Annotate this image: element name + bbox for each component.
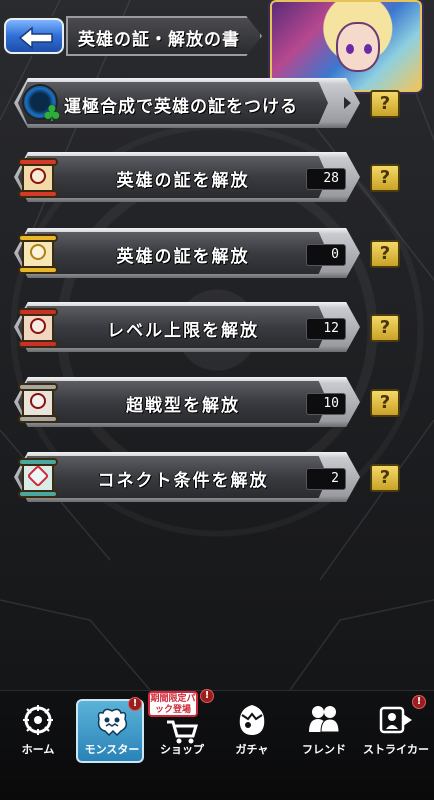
teal-scroll-icon <box>16 456 60 500</box>
nav-label: モンスター <box>84 743 140 756</box>
item-count: 10 <box>306 393 346 415</box>
menu-row-super-battle: 超戦型を解放 10 ? <box>0 377 434 429</box>
striker-card-icon <box>376 703 416 737</box>
scroll-roll <box>18 383 58 391</box>
nav-gacha[interactable]: ガチャ <box>218 699 286 763</box>
notification-badge: ! <box>412 695 426 709</box>
menu-row-connect: コネクト条件を解放 2 ? <box>0 452 434 504</box>
help-button[interactable]: ? <box>370 464 400 492</box>
scroll-roll <box>18 266 58 274</box>
menu-row-luck-fusion: ♣ 運極合成で英雄の証をつける ? <box>0 78 434 130</box>
scroll-roll <box>18 158 58 166</box>
character-face <box>336 22 380 72</box>
eye <box>346 44 354 54</box>
friend-icon <box>304 703 344 737</box>
help-button[interactable]: ? <box>370 389 400 417</box>
help-button[interactable]: ? <box>370 90 400 118</box>
nav-label: ガチャ <box>235 743 269 756</box>
page-title: 英雄の証・解放の書 <box>78 30 240 50</box>
gold-scroll-icon <box>16 232 60 276</box>
scroll-emblem <box>30 168 46 184</box>
header-bar: 英雄の証・解放の書 <box>0 12 300 56</box>
scroll-roll <box>18 415 58 423</box>
scroll-roll <box>18 490 58 498</box>
help-button[interactable]: ? <box>370 240 400 268</box>
nav-striker[interactable]: ストライカー ! <box>362 695 430 763</box>
nav-label: フレンド <box>302 743 346 756</box>
gacha-egg-icon <box>232 703 272 737</box>
nav-monster[interactable]: モンスター ! <box>76 697 144 763</box>
scroll-emblem <box>30 318 46 334</box>
eye <box>364 44 372 54</box>
item-count: 28 <box>306 168 346 190</box>
help-button[interactable]: ? <box>370 164 400 192</box>
scroll-emblem <box>30 244 46 260</box>
menu-row-hero-proof-gold: 英雄の証を解放 0 ? <box>0 228 434 280</box>
menu-label: 超戦型を解放 <box>126 396 240 416</box>
item-count: 12 <box>306 318 346 340</box>
item-count: 0 <box>306 244 346 266</box>
nav-home[interactable]: ホーム <box>4 699 72 763</box>
notification-badge: ! <box>128 697 142 711</box>
menu-row-level-cap: レベル上限を解放 12 ? <box>0 302 434 354</box>
red-scroll-icon <box>16 156 60 200</box>
menu-label: 運極合成で英雄の証をつける <box>64 97 298 117</box>
item-count: 2 <box>306 468 346 490</box>
scroll-roll <box>18 308 58 316</box>
monster-icon <box>92 705 132 739</box>
nav-label: ショップ <box>160 743 204 756</box>
silver-scroll-icon <box>16 381 60 425</box>
chevron-right-icon <box>344 97 351 109</box>
nav-friend[interactable]: フレンド <box>290 699 358 763</box>
nav-label: ホーム <box>21 743 55 756</box>
menu-label: 英雄の証を解放 <box>116 171 250 191</box>
menu-row-hero-proof: 英雄の証を解放 28 ? <box>0 152 434 204</box>
back-button[interactable] <box>4 18 64 54</box>
nav-label: ストライカー <box>363 743 429 756</box>
nav-shop[interactable]: ショップ <box>148 699 216 763</box>
scroll-roll <box>18 190 58 198</box>
menu-label: レベル上限を解放 <box>107 321 259 341</box>
scroll-roll <box>18 234 58 242</box>
menu-label: コネクト条件を解放 <box>97 471 269 491</box>
scroll-roll <box>18 340 58 348</box>
back-arrow-icon <box>18 26 53 50</box>
menu-label: 英雄の証を解放 <box>116 247 250 267</box>
home-icon <box>18 703 58 737</box>
red-scroll-icon <box>16 306 60 350</box>
help-button[interactable]: ? <box>370 314 400 342</box>
scroll-emblem <box>30 393 46 409</box>
bottom-navigation: ホーム モンスター ! 期間限定パック登場 ! ショップ ガチャ フレンド スト… <box>0 689 434 800</box>
